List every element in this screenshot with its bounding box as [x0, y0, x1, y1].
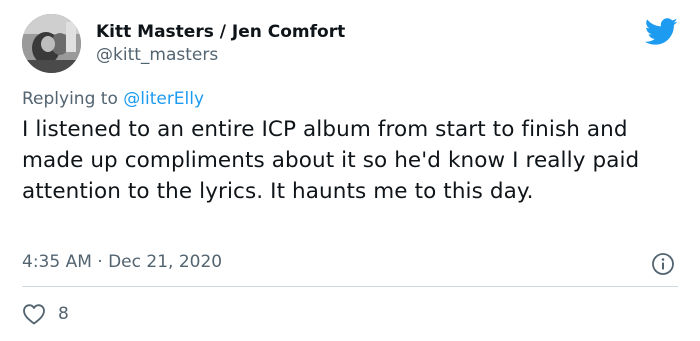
info-icon[interactable]: [651, 252, 675, 276]
tweet-card: Kitt Masters / Jen Comfort @kitt_masters…: [0, 0, 700, 341]
reply-context: Replying to @literElly: [22, 89, 204, 109]
heart-icon[interactable]: [22, 303, 46, 325]
like-count: 8: [58, 304, 69, 324]
author-display-name[interactable]: Kitt Masters / Jen Comfort: [96, 22, 345, 42]
tweet-text: I listened to an entire ICP album from s…: [22, 117, 640, 204]
avatar-image: [22, 14, 81, 73]
reply-mention-link[interactable]: @literElly: [123, 89, 204, 109]
tweet-timestamp[interactable]: 4:35 AM · Dec 21, 2020: [22, 252, 222, 272]
twitter-bird-icon[interactable]: [645, 18, 678, 46]
avatar[interactable]: [22, 14, 81, 73]
author-handle[interactable]: @kitt_masters: [96, 45, 218, 65]
divider: [22, 286, 678, 287]
reply-context-prefix: Replying to: [22, 89, 124, 109]
